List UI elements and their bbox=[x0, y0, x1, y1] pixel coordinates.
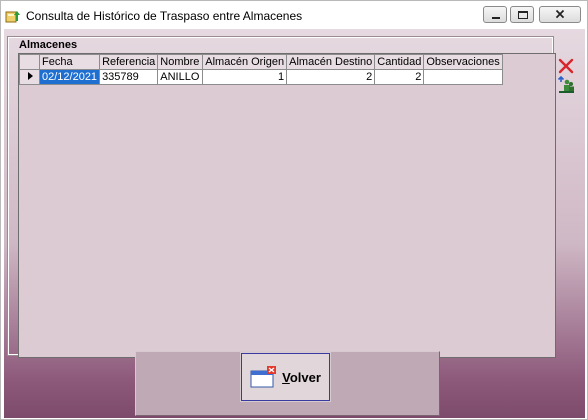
window-title: Consulta de Histórico de Traspaso entre … bbox=[26, 9, 303, 23]
minimize-button[interactable] bbox=[483, 6, 507, 23]
close-button[interactable] bbox=[539, 6, 581, 23]
col-almacen-origen[interactable]: Almacén Origen bbox=[202, 54, 288, 70]
exit-window-icon bbox=[250, 366, 277, 388]
window: Consulta de Histórico de Traspaso entre … bbox=[0, 0, 588, 420]
cell-almacen-origen[interactable]: 1 bbox=[202, 69, 288, 85]
col-almacen-destino[interactable]: Almacén Destino bbox=[286, 54, 376, 70]
cell-observaciones[interactable] bbox=[423, 69, 503, 85]
delete-icon[interactable] bbox=[557, 57, 575, 75]
cell-fecha[interactable]: 02/12/2021 bbox=[38, 69, 101, 85]
grid-table: Fecha Referencia Nombre Almacén Origen A… bbox=[19, 54, 503, 85]
maximize-icon bbox=[518, 11, 528, 19]
minimize-icon bbox=[492, 17, 500, 19]
maximize-button[interactable] bbox=[510, 6, 534, 23]
col-nombre[interactable]: Nombre bbox=[157, 54, 204, 70]
volver-button[interactable]: Volver bbox=[240, 352, 331, 402]
indicator-header bbox=[19, 54, 40, 70]
col-fecha[interactable]: Fecha bbox=[38, 54, 101, 70]
col-observaciones[interactable]: Observaciones bbox=[423, 54, 503, 70]
cell-referencia[interactable]: 335789 bbox=[99, 69, 159, 85]
header-row: Fecha Referencia Nombre Almacén Origen A… bbox=[19, 54, 503, 70]
cell-cantidad[interactable]: 2 bbox=[374, 69, 425, 85]
col-cantidad[interactable]: Cantidad bbox=[374, 54, 425, 70]
table-row[interactable]: 02/12/2021 335789 ANILLO 1 2 2 bbox=[19, 69, 503, 85]
cell-nombre[interactable]: ANILLO bbox=[157, 69, 204, 85]
col-referencia[interactable]: Referencia bbox=[99, 54, 159, 70]
app-icon bbox=[5, 11, 20, 23]
volver-label: Volver bbox=[282, 369, 321, 385]
users-icon[interactable] bbox=[557, 76, 575, 94]
title-bar[interactable]: Consulta de Histórico de Traspaso entre … bbox=[1, 1, 587, 29]
row-indicator[interactable] bbox=[19, 69, 40, 85]
row-pointer-icon bbox=[28, 72, 33, 80]
group-label: Almacenes bbox=[17, 39, 80, 51]
cell-almacen-destino[interactable]: 2 bbox=[286, 69, 376, 85]
close-icon bbox=[555, 9, 565, 19]
almacenes-groupbox: Almacenes Fecha Referencia Nombre Almacé… bbox=[7, 36, 556, 358]
client-area: Almacenes Fecha Referencia Nombre Almacé… bbox=[4, 29, 585, 418]
data-grid[interactable]: Fecha Referencia Nombre Almacén Origen A… bbox=[18, 53, 556, 358]
